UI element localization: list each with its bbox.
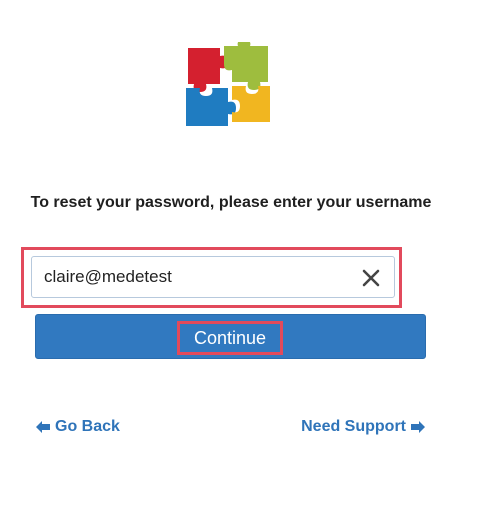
puzzle-logo-icon bbox=[186, 42, 270, 126]
go-back-label: Go Back bbox=[55, 418, 120, 435]
arrow-left-icon bbox=[36, 421, 50, 433]
arrow-right-icon bbox=[411, 421, 425, 433]
continue-label: Continue bbox=[177, 321, 283, 355]
reset-prompt: To reset your password, please enter you… bbox=[30, 194, 432, 211]
username-field-container[interactable] bbox=[31, 256, 395, 298]
close-icon[interactable] bbox=[360, 267, 382, 289]
username-input[interactable] bbox=[44, 257, 344, 297]
need-support-link[interactable]: Need Support bbox=[301, 418, 426, 436]
need-support-label: Need Support bbox=[301, 418, 406, 435]
continue-button[interactable]: Continue bbox=[35, 314, 426, 359]
go-back-link[interactable]: Go Back bbox=[35, 418, 120, 436]
